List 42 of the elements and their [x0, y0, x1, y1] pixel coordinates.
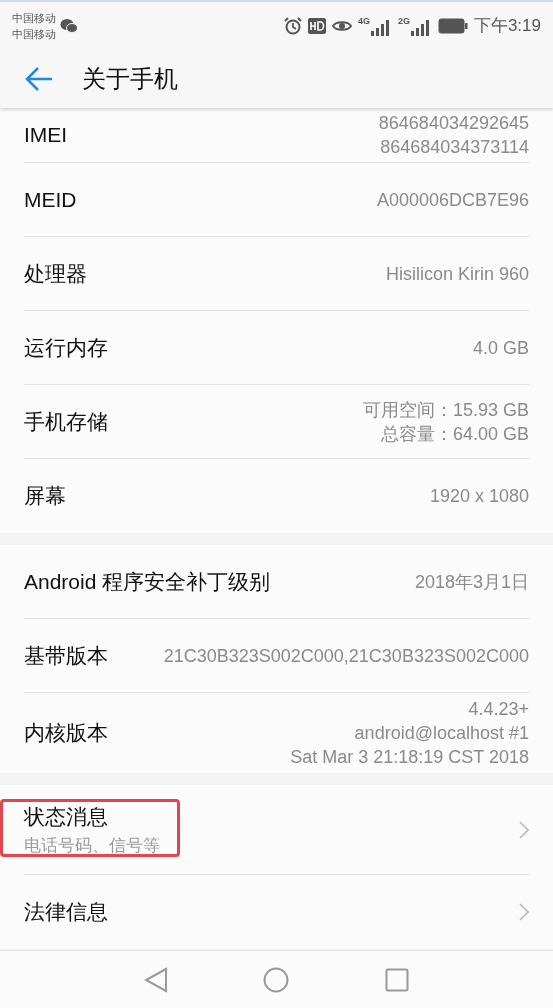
row-value: Sat Mar 3 21:18:19 CST 2018 — [290, 746, 529, 769]
row-label: 法律信息 — [24, 899, 108, 926]
row-label: 处理器 — [24, 260, 87, 287]
row-value: 4.0 GB — [472, 336, 529, 360]
chat-app-icon — [60, 18, 78, 34]
row-label: MEID — [24, 186, 77, 213]
network-type-label: 4G — [357, 16, 370, 26]
settings-row[interactable]: 状态消息 电话号码、信号等 — [0, 785, 553, 875]
page-title: 关于手机 — [82, 64, 178, 94]
row-value: Hisilicon Kirin 960 — [385, 262, 529, 286]
row-label: IMEI — [24, 122, 68, 149]
home-icon[interactable] — [263, 966, 290, 993]
settings-row[interactable]: 法律信息 — [0, 875, 553, 949]
back-arrow-icon[interactable] — [24, 66, 54, 92]
row-value: 864684034373114 — [380, 136, 529, 159]
row-label: 屏幕 — [24, 483, 66, 510]
network-type-label: 2G — [397, 16, 410, 26]
row-subtitle: 电话号码、信号等 — [24, 834, 160, 857]
row-value: 4.4.23+ — [468, 698, 529, 721]
row-label: Android 程序安全补丁级别 — [24, 568, 271, 595]
carrier-label: 中国移动 — [12, 11, 56, 26]
row-label: 基带版本 — [24, 642, 108, 669]
recents-icon[interactable] — [385, 967, 410, 992]
hd-icon — [307, 18, 326, 34]
alarm-icon — [283, 17, 302, 35]
row-value: 可用空间：15.93 GB — [362, 398, 529, 422]
battery-icon — [437, 18, 468, 34]
row-value: android@localhost #1 — [354, 722, 529, 745]
row-label: 运行内存 — [24, 334, 108, 361]
row-label: 状态消息 — [24, 804, 109, 830]
row-value: 864684034292645 — [378, 112, 529, 135]
row-value: 2018年3月1日 — [414, 570, 529, 594]
clock-time: 下午3:19 — [473, 15, 541, 38]
row-value: A000006DCB7E96 — [376, 188, 529, 212]
back-icon[interactable] — [143, 966, 168, 993]
row-value: 1920 x 1080 — [429, 485, 529, 508]
carrier-label: 中国移动 — [12, 27, 56, 42]
row-label: 内核版本 — [24, 720, 108, 747]
eye-icon — [331, 19, 352, 33]
row-value: 总容量：64.00 GB — [380, 422, 529, 446]
row-label: 手机存储 — [24, 408, 108, 435]
row-value: 21C30B323S002C000,21C30B323S002C000 — [163, 644, 529, 668]
